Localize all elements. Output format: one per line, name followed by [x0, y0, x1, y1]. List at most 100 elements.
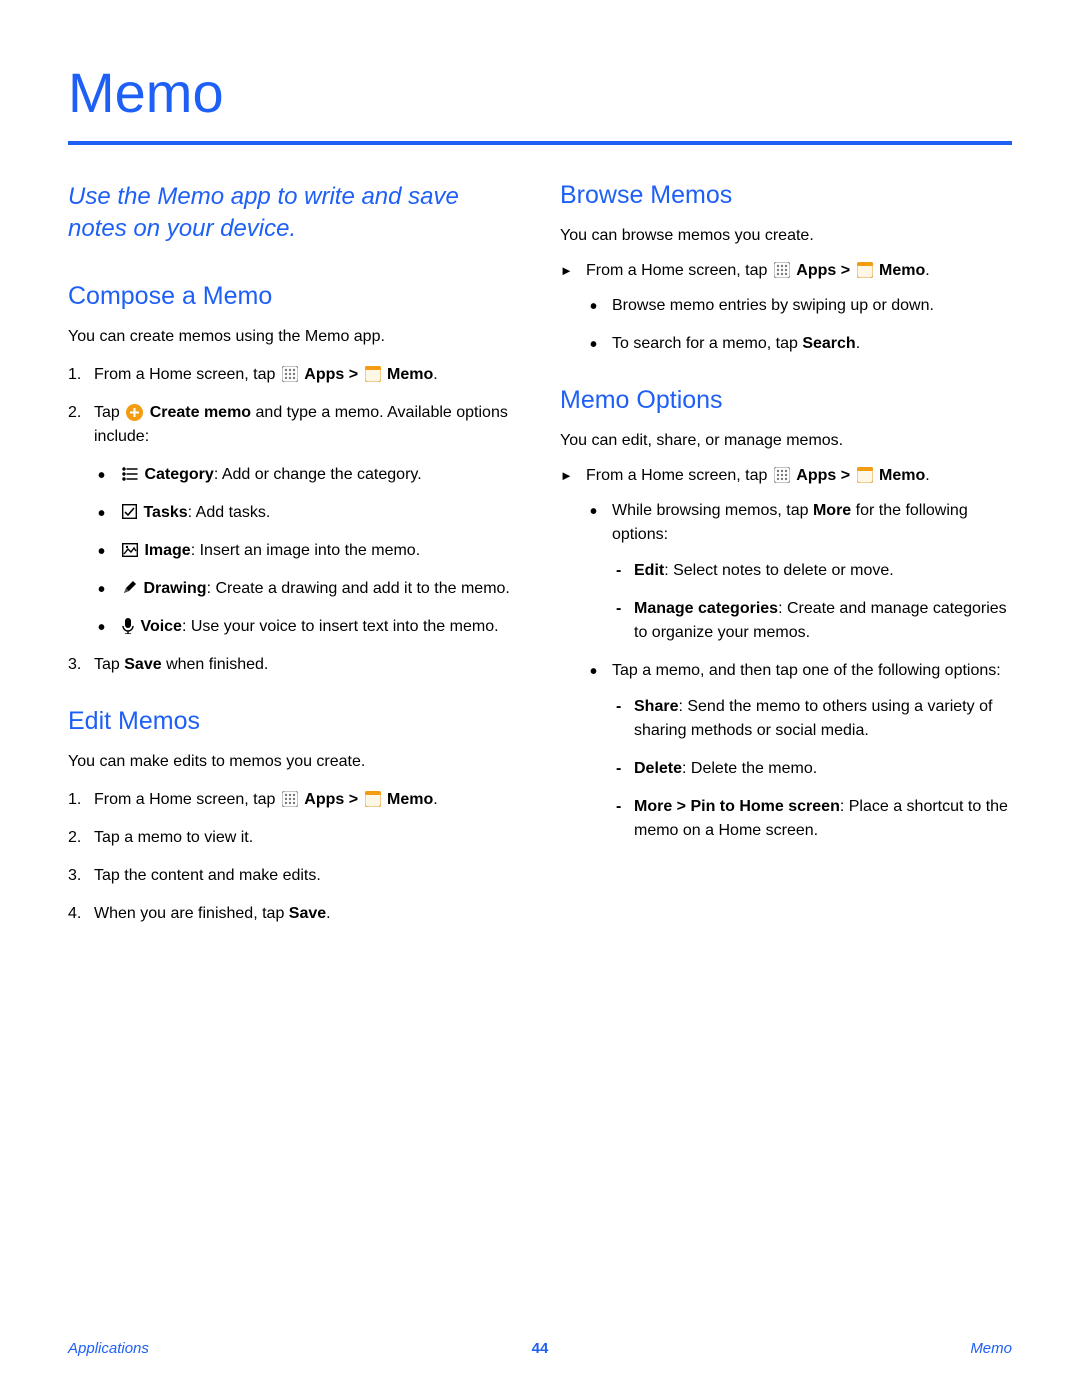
text: When you are finished, tap: [94, 905, 289, 922]
compose-steps: From a Home screen, tap Apps > Memo. Tap…: [68, 363, 520, 677]
label: More > Pin to Home screen: [634, 798, 840, 815]
page-footer: Applications 44 Memo: [68, 1340, 1012, 1357]
desc: : Delete the memo.: [682, 760, 817, 777]
options-b2: Tap a memo, and then tap one of the foll…: [586, 659, 1012, 843]
label: Edit: [634, 562, 664, 579]
create-memo-label: Create memo: [150, 404, 251, 421]
content-columns: Use the Memo app to write and save notes…: [68, 181, 1012, 940]
label: Voice: [140, 618, 182, 635]
apps-label: Apps: [304, 791, 344, 808]
edit-step-3: Tap the content and make edits.: [68, 864, 520, 888]
opt-tasks: Tasks: Add tasks.: [94, 501, 520, 525]
opt-delete: Delete: Delete the memo.: [612, 757, 1012, 781]
options-lead: You can edit, share, or manage memos.: [560, 429, 1012, 453]
opt-share: Share: Send the memo to others using a v…: [612, 695, 1012, 743]
memo-label: Memo: [387, 366, 433, 383]
desc: : Add tasks.: [188, 504, 271, 521]
text: To search for a memo, tap: [612, 335, 802, 352]
apps-icon: [774, 262, 790, 278]
desc: : Select notes to delete or move.: [664, 562, 893, 579]
desc: : Create a drawing and add it to the mem…: [207, 580, 510, 597]
browse-b2: To search for a memo, tap Search.: [586, 332, 1012, 356]
desc: : Send the memo to others using a variet…: [634, 698, 992, 739]
compose-lead: You can create memos using the Memo app.: [68, 325, 520, 349]
title-rule: [68, 141, 1012, 145]
browse-b1: Browse memo entries by swiping up or dow…: [586, 294, 1012, 318]
apps-icon: [282, 791, 298, 807]
opt-drawing: Drawing: Create a drawing and add it to …: [94, 577, 520, 601]
memo-icon: [857, 262, 873, 278]
heading-edit: Edit Memos: [68, 707, 520, 736]
drawing-icon: [122, 580, 137, 595]
memo-icon: [365, 791, 381, 807]
label: Manage categories: [634, 600, 778, 617]
plus-icon: [126, 404, 143, 421]
opt-category: Category: Add or change the category.: [94, 463, 520, 487]
compose-step-3: Tap Save when finished.: [68, 653, 520, 677]
footer-page-number: 44: [532, 1340, 549, 1357]
memo-label: Memo: [879, 467, 925, 484]
desc: : Add or change the category.: [214, 466, 422, 483]
edit-step-4: When you are finished, tap Save.: [68, 902, 520, 926]
memo-label: Memo: [879, 262, 925, 279]
label: Category: [144, 466, 213, 483]
compose-step-2: Tap Create memo and type a memo. Availab…: [68, 401, 520, 639]
right-column: Browse Memos You can browse memos you cr…: [560, 181, 1012, 940]
text: From a Home screen, tap: [94, 366, 280, 383]
options-bullets: While browsing memos, tap More for the f…: [586, 499, 1012, 843]
label: Image: [144, 542, 190, 559]
more-label: More: [813, 502, 851, 519]
text: From a Home screen, tap: [94, 791, 280, 808]
label: Tasks: [143, 504, 187, 521]
image-icon: [122, 543, 138, 557]
more-options: Edit: Select notes to delete or move. Ma…: [612, 559, 1012, 645]
footer-right: Memo: [970, 1340, 1012, 1357]
sep: >: [344, 366, 362, 383]
text: While browsing memos, tap: [612, 502, 813, 519]
memo-icon: [857, 467, 873, 483]
apps-icon: [282, 366, 298, 382]
options-step-1: From a Home screen, tap Apps > Memo. Whi…: [560, 467, 1012, 843]
browse-bullets: Browse memo entries by swiping up or dow…: [586, 294, 1012, 356]
apps-label: Apps: [796, 467, 836, 484]
label: Share: [634, 698, 678, 715]
save-label: Save: [124, 656, 161, 673]
save-label: Save: [289, 905, 326, 922]
text: when finished.: [162, 656, 269, 673]
apps-icon: [774, 467, 790, 483]
opt-voice: Voice: Use your voice to insert text int…: [94, 615, 520, 639]
opt-edit: Edit: Select notes to delete or move.: [612, 559, 1012, 583]
page: Memo Use the Memo app to write and save …: [0, 0, 1080, 1397]
intro-text: Use the Memo app to write and save notes…: [68, 181, 520, 246]
voice-icon: [122, 618, 134, 634]
text: Tap a memo, and then tap one of the foll…: [612, 662, 1001, 679]
opt-image: Image: Insert an image into the memo.: [94, 539, 520, 563]
label: Drawing: [143, 580, 206, 597]
opt-manage-categories: Manage categories: Create and manage cat…: [612, 597, 1012, 645]
category-icon: [122, 467, 138, 481]
compose-options: Category: Add or change the category. Ta…: [94, 463, 520, 639]
options-steps: From a Home screen, tap Apps > Memo. Whi…: [560, 467, 1012, 843]
sep: >: [344, 791, 362, 808]
tasks-icon: [122, 504, 137, 519]
edit-step-2: Tap a memo to view it.: [68, 826, 520, 850]
memo-label: Memo: [387, 791, 433, 808]
memo-icon: [365, 366, 381, 382]
opt-pin-home: More > Pin to Home screen: Place a short…: [612, 795, 1012, 843]
page-title: Memo: [68, 60, 1012, 125]
apps-label: Apps: [796, 262, 836, 279]
compose-step-1: From a Home screen, tap Apps > Memo.: [68, 363, 520, 387]
desc: : Use your voice to insert text into the…: [182, 618, 499, 635]
left-column: Use the Memo app to write and save notes…: [68, 181, 520, 940]
desc: : Insert an image into the memo.: [191, 542, 420, 559]
text: Tap: [94, 656, 124, 673]
heading-memo-options: Memo Options: [560, 386, 1012, 415]
heading-browse: Browse Memos: [560, 181, 1012, 210]
text: Tap: [94, 404, 124, 421]
text: From a Home screen, tap: [586, 262, 772, 279]
options-b1: While browsing memos, tap More for the f…: [586, 499, 1012, 645]
browse-step-1: From a Home screen, tap Apps > Memo. Bro…: [560, 262, 1012, 356]
apps-label: Apps: [304, 366, 344, 383]
sep: >: [836, 262, 854, 279]
sep: >: [836, 467, 854, 484]
